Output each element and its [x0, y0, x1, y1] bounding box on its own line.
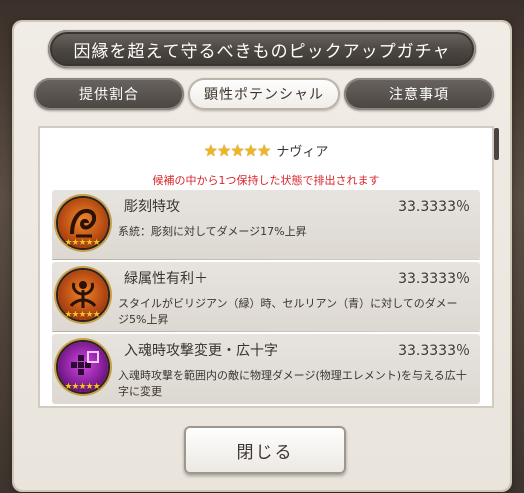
potential-row: ★★★★★ 彫刻特攻 33.3333％ 系統：彫刻に対してダメージ17%上昇	[52, 190, 480, 260]
potential-rate: 33.3333％	[398, 199, 470, 215]
scrollbar-thumb[interactable]	[494, 128, 499, 160]
tab-notes[interactable]: 注意事項	[344, 78, 494, 110]
potential-row: ★★★★★ 緑属性有利＋ 33.3333％ スタイルがビリジアン（緑）時、セルリ…	[52, 262, 480, 332]
tab-bar: 提供割合 顕性ポテンシャル 注意事項	[34, 78, 494, 110]
row-divider	[52, 331, 480, 332]
medal-stars: ★★★★★	[64, 310, 100, 320]
potential-title: 彫刻特攻	[124, 199, 180, 215]
potential-description: 系統：彫刻に対してダメージ17%上昇	[118, 225, 307, 238]
row-divider	[52, 259, 480, 260]
dialog-title: 因縁を超えて守るべきものピックアップガチャ	[48, 30, 476, 68]
potential-description: 入魂時攻撃を範囲内の敵に物理ダメージ(物理エレメント)を与える広十字に変更	[118, 369, 467, 398]
retention-notice: 候補の中から1つ保持した状態で排出されます	[152, 174, 380, 187]
rarity-stars: ★★★★★	[203, 140, 272, 160]
character-header: ★★★★★ ナヴィア	[40, 138, 492, 162]
potential-row: ★★★★★ 入魂時攻撃変更・広十字 33.3333％ 入魂時攻撃を範囲内の敵に物…	[52, 334, 480, 404]
tab-rates[interactable]: 提供割合	[34, 78, 184, 110]
tab-potential[interactable]: 顕性ポテンシャル	[188, 78, 340, 110]
medal-stars: ★★★★★	[64, 238, 100, 248]
potential-list[interactable]: ★★★★★ ナヴィア 候補の中から1つ保持した状態で排出されます ★★★★★ 彫…	[38, 126, 494, 408]
potential-title: 入魂時攻撃変更・広十字	[124, 343, 278, 359]
medal-stars: ★★★★★	[64, 382, 100, 392]
potential-rate: 33.3333％	[398, 343, 470, 359]
potential-title: 緑属性有利＋	[124, 271, 208, 287]
close-button[interactable]: 閉じる	[184, 426, 346, 474]
character-name: ナヴィア	[276, 144, 329, 160]
potential-rate: 33.3333％	[398, 271, 470, 287]
potential-description: スタイルがビリジアン（緑）時、セルリアン（青）に対してのダメージ5%上昇	[118, 297, 458, 326]
